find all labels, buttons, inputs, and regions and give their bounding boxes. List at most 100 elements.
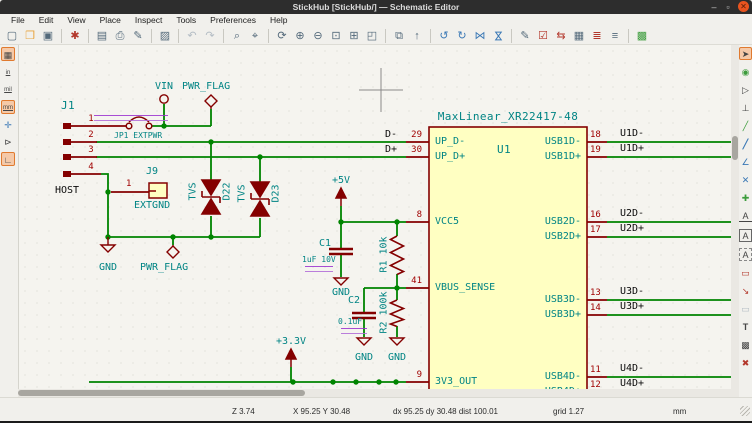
select-tool-icon[interactable]: ➤	[739, 47, 752, 60]
tvs-d22[interactable]	[202, 180, 220, 214]
resistor-r2[interactable]	[391, 300, 404, 327]
pwr-flag-bottom-label[interactable]: PWR_FLAG	[140, 262, 188, 273]
p3v3-label[interactable]: +3.3V	[271, 336, 311, 347]
new-file-icon[interactable]: ▢	[4, 28, 20, 44]
mirror-horizontal-icon[interactable]: ⋈	[472, 28, 488, 44]
highlight-net-icon[interactable]: ◉	[739, 66, 752, 79]
vertical-scrollbar-thumb[interactable]	[732, 136, 738, 160]
assign-footprints-icon[interactable]: ⇆	[553, 28, 569, 44]
symbol-fields-table-icon[interactable]: ▦	[571, 28, 587, 44]
power-vin-symbol[interactable]	[160, 95, 168, 103]
net-label-u4d-minus[interactable]: U4D-	[620, 363, 644, 374]
delete-tool-icon[interactable]: ✖	[739, 357, 752, 370]
net-label-u3d-minus[interactable]: U3D-	[620, 286, 644, 297]
c2-reference[interactable]: C2	[348, 295, 360, 306]
page-settings-icon[interactable]: ▤	[94, 28, 110, 44]
open-folder-icon[interactable]: ❒	[22, 28, 38, 44]
units-mils-icon[interactable]: mil	[1, 83, 15, 97]
ic-u1-body[interactable]	[429, 127, 587, 389]
save-icon[interactable]: ▣	[40, 28, 56, 44]
menu-file[interactable]: File	[4, 14, 32, 27]
mirror-vertical-icon[interactable]: ⋈	[490, 28, 506, 44]
connector-j9[interactable]	[149, 183, 167, 198]
hierarchical-label-icon[interactable]: A	[739, 248, 752, 261]
junction-icon[interactable]: ✚	[739, 192, 752, 205]
print-icon[interactable]: ⎙	[112, 28, 128, 44]
rotate-cw-icon[interactable]: ↻	[454, 28, 470, 44]
menu-help[interactable]: Help	[263, 14, 294, 27]
global-label-icon[interactable]: A	[739, 229, 752, 242]
find-icon[interactable]: ⌕	[229, 28, 245, 44]
zoom-in-icon[interactable]: ⊕	[292, 28, 308, 44]
host-net-label[interactable]: HOST	[55, 185, 79, 196]
bom-icon[interactable]: ≣	[589, 28, 605, 44]
open-pcb-editor-icon[interactable]: ▩	[634, 28, 650, 44]
net-label-u2d-minus[interactable]: U2D-	[620, 208, 644, 219]
j1-reference[interactable]: J1	[61, 100, 75, 112]
place-text-icon[interactable]: T	[739, 321, 752, 334]
annotate-icon[interactable]: ✎	[517, 28, 533, 44]
p5v-label[interactable]: +5V	[323, 175, 359, 186]
zoom-fit-icon[interactable]: ⊡	[328, 28, 344, 44]
export-netlist-icon[interactable]: ≡	[607, 28, 623, 44]
resize-grip[interactable]	[740, 406, 750, 416]
toggle-grid-icon[interactable]: ▦	[1, 47, 15, 61]
menu-view[interactable]: View	[60, 14, 92, 27]
sheet-pin-icon[interactable]: ▭	[739, 303, 752, 316]
zoom-out-icon[interactable]: ⊖	[310, 28, 326, 44]
d22-value[interactable]: TVS	[188, 175, 199, 209]
net-label-icon[interactable]: A	[739, 210, 752, 222]
zoom-selection-icon[interactable]: ◰	[364, 28, 380, 44]
redo-icon[interactable]: ↷	[202, 28, 218, 44]
d23-value[interactable]: TVS	[237, 177, 248, 211]
gnd-label-r2[interactable]: GND	[380, 352, 414, 363]
menu-tools[interactable]: Tools	[169, 14, 203, 27]
cursor-shape-icon[interactable]: ✛	[1, 118, 15, 132]
jp1-label[interactable]: JP1 EXTPWR	[114, 131, 162, 140]
r1-label[interactable]: R1 10k	[379, 230, 390, 280]
net-label-u2d-plus[interactable]: U2D+	[620, 223, 644, 234]
menu-inspect[interactable]: Inspect	[128, 14, 169, 27]
units-mm-icon[interactable]: mm	[1, 100, 15, 114]
place-power-icon[interactable]: ⊥	[739, 102, 752, 115]
schematic-setup-icon[interactable]: ✱	[67, 28, 83, 44]
rotate-ccw-icon[interactable]: ↺	[436, 28, 452, 44]
refresh-icon[interactable]: ⟳	[274, 28, 290, 44]
gnd-label-c2[interactable]: GND	[347, 352, 381, 363]
u1-value[interactable]: MaxLinear_XR22417-48	[429, 111, 587, 123]
draw-bus-icon[interactable]: ╱	[739, 138, 752, 151]
bus-entry-icon[interactable]: ∠	[739, 156, 752, 169]
net-label-u1d-minus[interactable]: U1D-	[620, 128, 644, 139]
hierarchical-sheet-icon[interactable]: ▭	[739, 267, 752, 280]
leave-sheet-icon[interactable]: ↑	[409, 28, 425, 44]
draw-wire-icon[interactable]: ╱	[739, 120, 752, 133]
connector-j1[interactable]	[63, 123, 71, 177]
show-hidden-pins-icon[interactable]: ⊳	[1, 135, 15, 149]
c1-value[interactable]: 1uF 10V	[302, 255, 336, 264]
r2-label[interactable]: R2 100k	[379, 285, 390, 341]
place-symbol-icon[interactable]: ▷	[739, 84, 752, 97]
resistor-r1[interactable]	[391, 236, 404, 275]
undo-icon[interactable]: ↶	[184, 28, 200, 44]
schematic-canvas[interactable]: J1 1 2 3 4 JP1 EXTPWR VIN PWR_FLAG HOST …	[18, 45, 731, 389]
vertical-scrollbar[interactable]	[731, 45, 739, 389]
horizontal-scrollbar[interactable]	[18, 389, 731, 397]
net-label-u3d-plus[interactable]: U3D+	[620, 301, 644, 312]
gnd-label-rail[interactable]: GND	[91, 262, 125, 273]
import-sheet-pin-icon[interactable]: ↘	[739, 285, 752, 298]
hv-lines-mode-icon[interactable]: ∟	[1, 152, 15, 166]
zoom-objects-icon[interactable]: ⊞	[346, 28, 362, 44]
net-label-u4d-plus[interactable]: U4D+	[620, 378, 644, 389]
no-connect-icon[interactable]: ✕	[739, 174, 752, 187]
net-label-u1d-plus[interactable]: U1D+	[620, 143, 644, 154]
c1-reference[interactable]: C1	[319, 238, 331, 249]
j9-value[interactable]: EXTGND	[134, 200, 170, 211]
minimize-button[interactable]: –	[708, 1, 720, 13]
hierarchy-navigator-icon[interactable]: ⧉	[391, 28, 407, 44]
d22-reference[interactable]: D22	[222, 175, 233, 209]
menu-preferences[interactable]: Preferences	[203, 14, 263, 27]
menu-place[interactable]: Place	[93, 14, 128, 27]
c2-value[interactable]: 0.1uF	[338, 317, 362, 326]
menu-edit[interactable]: Edit	[32, 14, 61, 27]
capacitor-plates[interactable]	[329, 249, 376, 318]
